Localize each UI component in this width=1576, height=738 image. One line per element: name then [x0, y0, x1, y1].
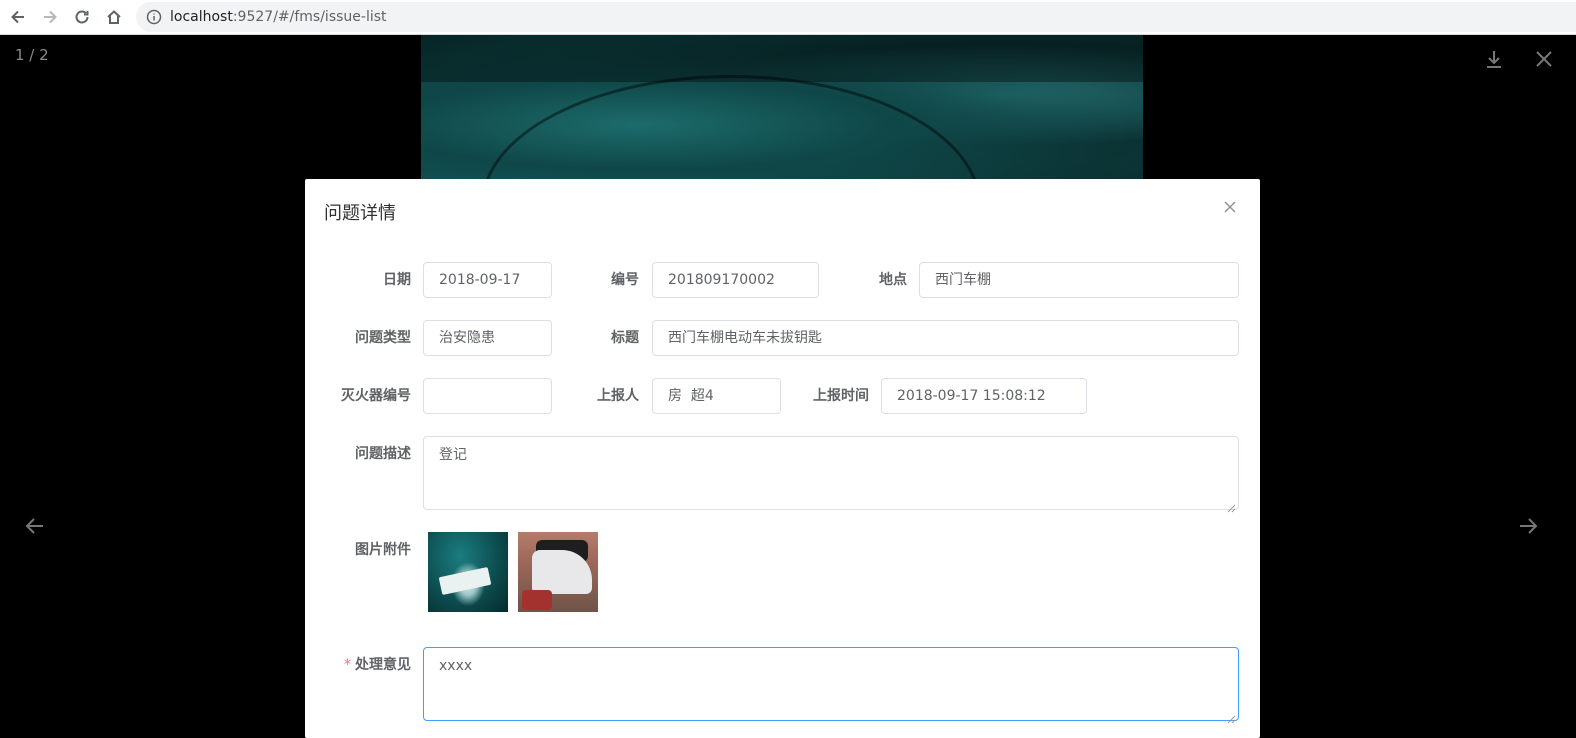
home-icon[interactable]	[104, 7, 124, 27]
location-input[interactable]: 西门车棚	[919, 262, 1239, 298]
date-label: 日期	[383, 272, 411, 288]
resize-handle-icon[interactable]	[1227, 709, 1236, 724]
report-time-label: 上报时间	[813, 388, 869, 404]
report-time-input[interactable]: 2018-09-17 15:08:12	[881, 378, 1087, 414]
attachment-thumbnail-1[interactable]	[428, 532, 508, 612]
opinion-label: * 处理意见	[315, 647, 411, 683]
opinion-text: xxxx	[439, 658, 473, 674]
reporter-input[interactable]: 房 超4	[652, 378, 781, 414]
viewer-counter: 1 / 2	[15, 46, 49, 64]
issue-detail-dialog: 问题详情 日期 2018-09-17 编号 201809170002 地点 西门…	[305, 179, 1260, 738]
description-label: 问题描述	[355, 446, 411, 462]
reload-icon[interactable]	[72, 7, 92, 27]
opinion-label-text: 处理意见	[355, 657, 411, 673]
next-arrow-icon[interactable]	[1517, 515, 1539, 537]
url-path: :9527/#/fms/issue-list	[232, 9, 387, 25]
issue-type-input[interactable]: 治安隐患	[423, 320, 552, 356]
required-mark: *	[344, 657, 351, 673]
number-input[interactable]: 201809170002	[652, 262, 819, 298]
location-label: 地点	[879, 272, 907, 288]
viewer-image	[421, 35, 1143, 185]
attachment-thumbnail-2[interactable]	[518, 532, 598, 612]
reporter-label: 上报人	[597, 388, 639, 404]
resize-handle-icon[interactable]	[1227, 498, 1236, 513]
description-textarea[interactable]: 登记	[423, 436, 1239, 513]
info-icon[interactable]	[146, 9, 162, 25]
download-icon[interactable]	[1483, 48, 1505, 70]
prev-arrow-icon[interactable]	[24, 515, 46, 537]
forward-icon[interactable]	[40, 7, 60, 27]
description-text: 登记	[439, 447, 467, 463]
title-label: 标题	[611, 330, 639, 346]
dialog-title: 问题详情	[324, 203, 396, 224]
dialog-close-icon[interactable]	[1223, 199, 1239, 215]
extinguisher-number-input[interactable]	[423, 378, 552, 414]
extinguisher-number-label: 灭火器编号	[341, 388, 411, 404]
title-input[interactable]: 西门车棚电动车未拔钥匙	[652, 320, 1239, 356]
issue-type-label: 问题类型	[355, 330, 411, 346]
browser-toolbar: localhost:9527/#/fms/issue-list	[0, 0, 1576, 35]
number-label: 编号	[611, 272, 639, 288]
back-icon[interactable]	[8, 7, 28, 27]
close-icon[interactable]	[1533, 48, 1555, 70]
url-host: localhost	[170, 9, 233, 25]
attachments-label: 图片附件	[355, 542, 411, 558]
date-input[interactable]: 2018-09-17	[423, 262, 552, 298]
address-bar[interactable]: localhost:9527/#/fms/issue-list	[136, 2, 1576, 32]
opinion-textarea[interactable]: xxxx	[423, 647, 1239, 724]
